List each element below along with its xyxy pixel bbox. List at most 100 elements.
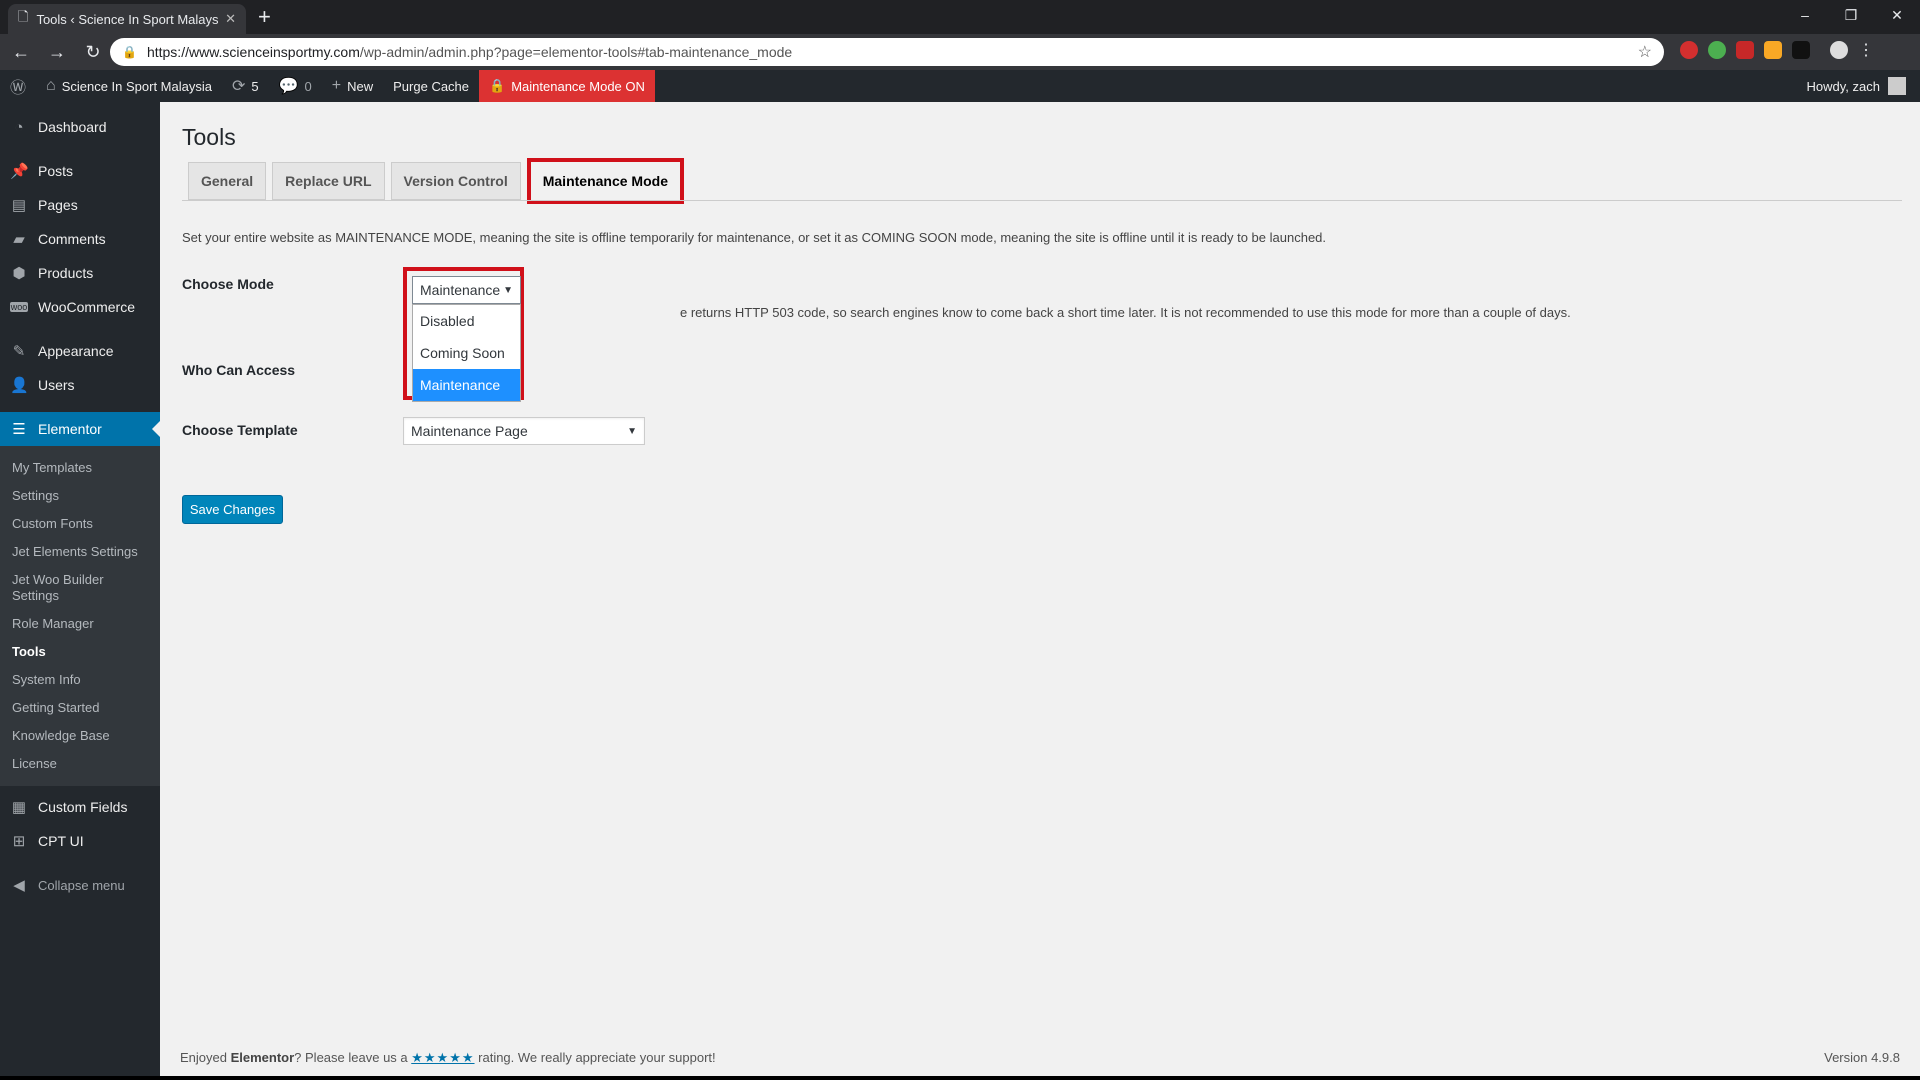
browser-tab[interactable]: 🗋 Tools ‹ Science In Sport Malaysia ✕ xyxy=(8,4,246,34)
tab-maintenance-mode[interactable]: Maintenance Mode xyxy=(526,158,684,204)
user-icon: 👤 xyxy=(10,377,29,394)
comment-icon: 💬 xyxy=(278,78,299,95)
bookmark-star-icon[interactable]: ☆ xyxy=(1638,42,1652,62)
menu-label: Dashboard xyxy=(38,119,107,135)
lock-icon: 🔒 xyxy=(122,45,137,59)
menu-products[interactable]: ⬢ Products xyxy=(0,256,160,290)
purge-cache-link[interactable]: Purge Cache xyxy=(383,70,479,102)
url-path: /wp-admin/admin.php?page=elementor-tools… xyxy=(359,44,793,60)
template-select[interactable]: Maintenance Page ▼ xyxy=(403,417,645,445)
extension-icon[interactable] xyxy=(1708,41,1726,59)
reload-icon[interactable]: ↻ xyxy=(78,42,108,63)
menu-label: Appearance xyxy=(38,343,114,359)
extension-icon[interactable] xyxy=(1764,41,1782,59)
howdy-text: Howdy, zach xyxy=(1806,78,1880,94)
submenu-item[interactable]: Jet Woo Builder Settings xyxy=(0,566,160,610)
profile-icon[interactable] xyxy=(1830,41,1848,59)
menu-elementor[interactable]: ☰ Elementor xyxy=(0,412,160,446)
menu-dots-icon[interactable]: ⋮ xyxy=(1858,40,1874,60)
close-tab-icon[interactable]: ✕ xyxy=(225,11,236,27)
main-content: Tools General Replace URL Version Contro… xyxy=(160,102,1920,1080)
menu-cpt-ui[interactable]: ⊞ CPT UI xyxy=(0,824,160,858)
submenu-item[interactable]: Settings xyxy=(0,482,160,510)
option-coming-soon[interactable]: Coming Soon xyxy=(413,337,520,369)
updates-link[interactable]: ⟳ 5 xyxy=(222,70,269,102)
menu-appearance[interactable]: ✎ Appearance xyxy=(0,334,160,368)
menu-label: Posts xyxy=(38,163,74,179)
grid-icon: ⊞ xyxy=(12,833,26,850)
restore-icon[interactable]: ❐ xyxy=(1828,0,1874,30)
menu-label: Products xyxy=(38,265,94,281)
new-content-link[interactable]: + New xyxy=(322,70,383,102)
caret-down-icon: ▼ xyxy=(627,425,637,437)
comments-link[interactable]: 💬 0 xyxy=(269,70,322,102)
menu-posts[interactable]: 📌 Posts xyxy=(0,154,160,188)
page-icon: 🗋 xyxy=(18,9,29,24)
minimize-icon[interactable]: – xyxy=(1782,0,1828,30)
extension-icon[interactable] xyxy=(1736,41,1754,59)
purge-label: Purge Cache xyxy=(393,78,470,94)
close-window-icon[interactable]: ✕ xyxy=(1874,0,1920,30)
footer-text: Enjoyed Elementor? Please leave us a ★★★… xyxy=(180,1050,716,1066)
new-label: New xyxy=(347,78,374,94)
pages-icon: ▤ xyxy=(11,197,27,214)
tab-divider xyxy=(182,200,1902,201)
elementor-icon: ☰ xyxy=(12,421,26,438)
menu-custom-fields[interactable]: ▦ Custom Fields xyxy=(0,790,160,824)
site-name-link[interactable]: ⌂ Science In Sport Malaysia xyxy=(36,70,222,102)
browser-toolbar: ← → ↻ 🔒 https://www.scienceinsportmy.com… xyxy=(0,34,1920,70)
submenu-item[interactable]: Custom Fonts xyxy=(0,510,160,538)
save-changes-button[interactable]: Save Changes xyxy=(182,495,283,524)
submenu-item[interactable]: License xyxy=(0,750,160,778)
who-can-access-label: Who Can Access xyxy=(182,362,296,378)
wp-logo-icon[interactable]: Ⓦ xyxy=(0,70,36,102)
mode-select[interactable]: Maintenance ▼ xyxy=(412,276,521,304)
submenu-item[interactable]: Knowledge Base xyxy=(0,722,160,750)
option-maintenance[interactable]: Maintenance xyxy=(413,369,520,401)
submenu-item[interactable]: Jet Elements Settings xyxy=(0,538,160,566)
menu-woocommerce[interactable]: woo WooCommerce xyxy=(0,290,160,324)
elementor-submenu: My Templates Settings Custom Fonts Jet E… xyxy=(0,446,160,786)
updates-icon: ⟳ xyxy=(231,78,246,95)
products-icon: ⬢ xyxy=(12,265,26,282)
back-icon[interactable]: ← xyxy=(6,42,36,63)
extension-icon[interactable] xyxy=(1792,41,1810,59)
current-arrow xyxy=(152,421,160,437)
footer-post: rating. We really appreciate your suppor… xyxy=(474,1050,716,1065)
home-icon: ⌂ xyxy=(46,77,56,94)
mode-note: e returns HTTP 503 code, so search engin… xyxy=(680,305,1571,320)
wp-admin-bar: Ⓦ ⌂ Science In Sport Malaysia ⟳ 5 💬 0 + New … xyxy=(0,70,1920,102)
collapse-menu-button[interactable]: ◀ Collapse menu xyxy=(0,868,160,902)
mode-select-highlight: Maintenance ▼ Disabled Coming Soon Maint… xyxy=(403,267,524,402)
menu-users[interactable]: 👤 Users xyxy=(0,368,160,402)
new-tab-icon[interactable]: + xyxy=(258,6,271,28)
maintenance-label: Maintenance Mode ON xyxy=(511,78,645,94)
pin-icon: 📌 xyxy=(10,163,29,180)
option-disabled[interactable]: Disabled xyxy=(413,305,520,337)
submenu-item[interactable]: Getting Started xyxy=(0,694,160,722)
site-name: Science In Sport Malaysia xyxy=(61,78,212,94)
submenu-item-current[interactable]: Tools xyxy=(0,638,160,666)
menu-dashboard[interactable]: ◔ Dashboard xyxy=(0,110,160,144)
user-account-link[interactable]: Howdy, zach xyxy=(1807,77,1920,95)
tab-replace-url[interactable]: Replace URL xyxy=(272,162,385,200)
tab-version-control[interactable]: Version Control xyxy=(390,162,521,200)
mode-dropdown-list: Disabled Coming Soon Maintenance xyxy=(412,304,521,402)
tab-general[interactable]: General xyxy=(188,162,267,200)
submenu-item[interactable]: Role Manager xyxy=(0,610,160,638)
menu-pages[interactable]: ▤ Pages xyxy=(0,188,160,222)
mode-selected-value: Maintenance xyxy=(420,282,501,298)
nav-tabs: General Replace URL Version Control Main… xyxy=(188,158,684,204)
address-bar[interactable]: 🔒 https://www.scienceinsportmy.com /wp-a… xyxy=(110,38,1664,66)
updates-count: 5 xyxy=(251,78,259,94)
adblock-icon[interactable] xyxy=(1680,41,1698,59)
menu-comments[interactable]: ▰ Comments xyxy=(0,222,160,256)
maintenance-mode-badge[interactable]: 🔒 Maintenance Mode ON xyxy=(479,70,655,102)
submenu-item[interactable]: System Info xyxy=(0,666,160,694)
rating-stars-link[interactable]: ★★★★★ xyxy=(411,1050,474,1065)
submenu-item[interactable]: My Templates xyxy=(0,454,160,482)
plus-icon: + xyxy=(331,77,342,94)
forward-icon[interactable]: → xyxy=(42,42,72,63)
caret-down-icon: ▼ xyxy=(503,284,513,296)
choose-template-label: Choose Template xyxy=(182,422,298,438)
